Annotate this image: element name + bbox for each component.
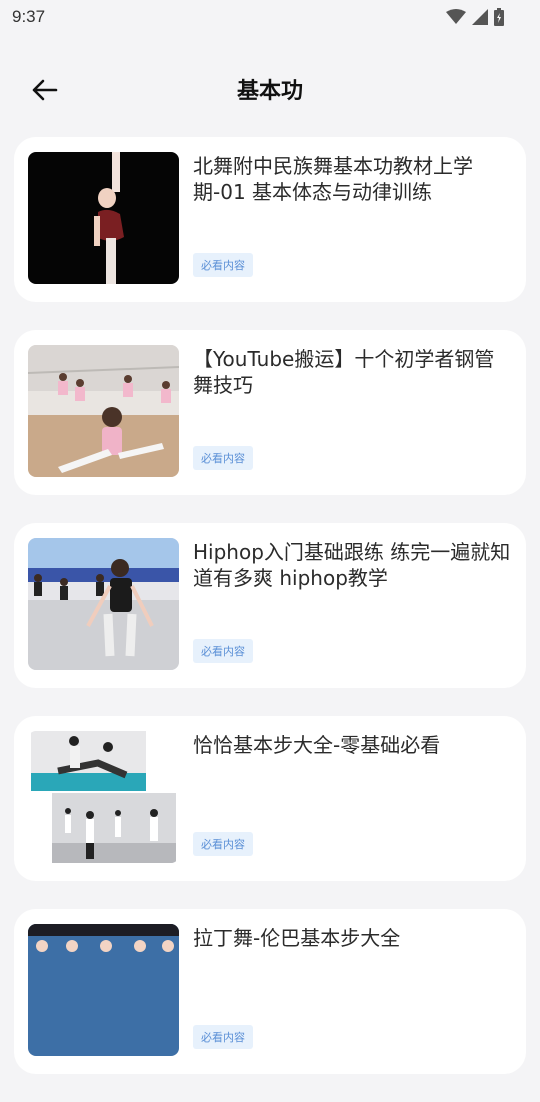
video-title[interactable]: Hiphop入门基础跟练 练完一遍就知道有多爽 hiphop教学 [193,539,511,591]
must-watch-badge: 必看内容 [193,253,253,277]
wifi-icon [446,9,466,24]
video-thumbnail[interactable] [28,152,179,284]
signal-icon [472,9,488,25]
must-watch-badge: 必看内容 [193,832,253,856]
status-bar: 9:37 [0,0,540,34]
list-item[interactable]: Hiphop入门基础跟练 练完一遍就知道有多爽 hiphop教学 必看内容 [14,523,526,688]
must-watch-badge: 必看内容 [193,446,253,470]
video-title[interactable]: 恰恰基本步大全-零基础必看 [193,732,511,758]
list-item[interactable]: 恰恰基本步大全-零基础必看 必看内容 [14,716,526,881]
video-thumbnail[interactable] [28,924,179,1056]
list-item[interactable]: 【YouTube搬运】十个初学者钢管舞技巧 必看内容 [14,330,526,495]
video-thumbnail[interactable] [28,538,179,670]
video-title[interactable]: 【YouTube搬运】十个初学者钢管舞技巧 [193,346,511,398]
status-time: 9:37 [12,7,46,26]
arrow-left-icon [32,79,58,101]
video-list: 北舞附中民族舞基本功教材上学期-01 基本体态与动律训练 必看内容 【YouTu… [14,137,526,1102]
video-title[interactable]: 北舞附中民族舞基本功教材上学期-01 基本体态与动律训练 [193,153,511,205]
app-header: 基本功 [0,58,540,120]
video-thumbnail[interactable] [28,345,179,477]
list-item[interactable]: 北舞附中民族舞基本功教材上学期-01 基本体态与动律训练 必看内容 [14,137,526,302]
back-button[interactable] [26,72,62,108]
battery-icon [494,8,504,26]
video-title[interactable]: 拉丁舞-伦巴基本步大全 [193,925,511,951]
must-watch-badge: 必看内容 [193,1025,253,1049]
list-item[interactable]: 拉丁舞-伦巴基本步大全 必看内容 [14,909,526,1074]
status-icons [446,8,504,26]
page-title: 基本功 [236,79,303,104]
video-thumbnail[interactable] [28,731,179,863]
must-watch-badge: 必看内容 [193,639,253,663]
